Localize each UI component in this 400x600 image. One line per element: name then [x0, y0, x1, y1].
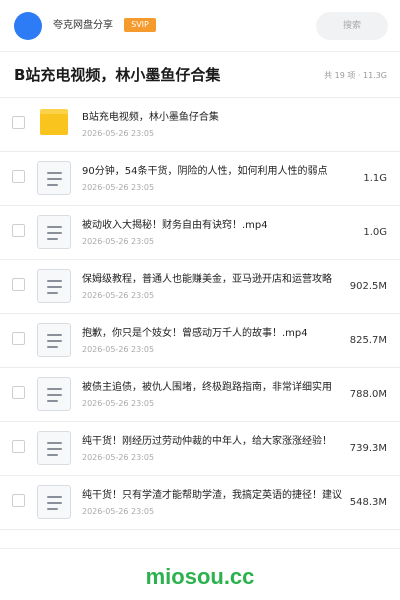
row-checkbox[interactable]: [12, 440, 25, 453]
file-size: 1.0G: [361, 226, 387, 240]
avatar[interactable]: [14, 12, 42, 40]
file-name: 被债主追债，被仇人围堵，终极跑路指南，非常详细实用: [82, 382, 332, 393]
file-name: 90分钟，54条干货，阴险的人性，如何利用人性的弱点: [82, 166, 328, 177]
file-summary: 共 19 项 · 11.3G: [324, 71, 387, 80]
share-header: 夸克网盘分享 SVIP: [0, 0, 400, 52]
svip-badge: SVIP: [124, 18, 156, 32]
file-date: 2026-05-26 23:05: [82, 453, 155, 462]
list-item[interactable]: 纯干货！刚经历过劳动仲裁的中年人，给大家涨涨经验！ 2026-05-26 23:…: [0, 422, 400, 476]
list-item[interactable]: 被债主追债，被仇人围堵，终极跑路指南，非常详细实用 2026-05-26 23:…: [0, 368, 400, 422]
document-icon: [37, 377, 71, 411]
list-item[interactable]: B站充电视频，林小墨鱼仔合集 2026-05-26 23:05: [0, 98, 400, 152]
list-item[interactable]: 纯干货！只有学渣才能帮助学渣，我搞定英语的捷径！建议 2026-05-26 23…: [0, 476, 400, 530]
row-checkbox[interactable]: [12, 386, 25, 399]
document-icon: [37, 215, 71, 249]
folder-icon: [37, 107, 71, 141]
row-checkbox[interactable]: [12, 116, 25, 129]
title-row: B站充电视频，林小墨鱼仔合集 共 19 项 · 11.3G: [0, 52, 400, 98]
row-checkbox[interactable]: [12, 332, 25, 345]
list-item[interactable]: 抱歉，你只是个妓女！曾感动万千人的故事！.mp4 2026-05-26 23:0…: [0, 314, 400, 368]
file-size: 825.7M: [347, 334, 387, 348]
file-date: 2026-05-26 23:05: [82, 507, 155, 516]
file-date: 2026-05-26 23:05: [82, 183, 155, 192]
row-checkbox[interactable]: [12, 170, 25, 183]
file-size: 788.0M: [347, 388, 387, 402]
list-item[interactable]: 保姆级教程，普通人也能赚美金，亚马逊开店和运营攻略 2026-05-26 23:…: [0, 260, 400, 314]
file-name: 抱歉，你只是个妓女！曾感动万千人的故事！.mp4: [82, 328, 308, 339]
search-input[interactable]: [316, 12, 388, 40]
row-checkbox[interactable]: [12, 494, 25, 507]
file-name: 纯干货！刚经历过劳动仲裁的中年人，给大家涨涨经验！: [82, 436, 332, 447]
document-icon: [37, 485, 71, 519]
document-icon: [37, 269, 71, 303]
page-title: B站充电视频，林小墨鱼仔合集: [14, 66, 221, 84]
file-size: 739.3M: [347, 442, 387, 456]
file-list: B站充电视频，林小墨鱼仔合集 2026-05-26 23:05 90分钟，54条…: [0, 98, 400, 530]
list-item[interactable]: 90分钟，54条干货，阴险的人性，如何利用人性的弱点 2026-05-26 23…: [0, 152, 400, 206]
site-watermark: miosou.cc: [145, 564, 255, 589]
file-size: 548.3M: [347, 496, 387, 510]
document-icon: [37, 431, 71, 465]
file-size: 1.1G: [361, 172, 387, 186]
file-size: 902.5M: [347, 280, 387, 294]
file-date: 2026-05-26 23:05: [82, 129, 155, 138]
file-date: 2026-05-26 23:05: [82, 345, 155, 354]
file-name: 保姆级教程，普通人也能赚美金，亚马逊开店和运营攻略: [82, 274, 332, 285]
file-date: 2026-05-26 23:05: [82, 291, 155, 300]
footer-divider: [0, 548, 400, 549]
file-date: 2026-05-26 23:05: [82, 237, 155, 246]
share-owner-name: 夸克网盘分享: [53, 20, 113, 31]
file-name: 被动收入大揭秘！财务自由有诀窍！.mp4: [82, 220, 268, 231]
file-name: B站充电视频，林小墨鱼仔合集: [82, 112, 219, 123]
list-item[interactable]: 被动收入大揭秘！财务自由有诀窍！.mp4 2026-05-26 23:05 1.…: [0, 206, 400, 260]
document-icon: [37, 323, 71, 357]
row-checkbox[interactable]: [12, 224, 25, 237]
file-date: 2026-05-26 23:05: [82, 399, 155, 408]
file-name: 纯干货！只有学渣才能帮助学渣，我搞定英语的捷径！建议: [82, 490, 342, 501]
row-checkbox[interactable]: [12, 278, 25, 291]
document-icon: [37, 161, 71, 195]
